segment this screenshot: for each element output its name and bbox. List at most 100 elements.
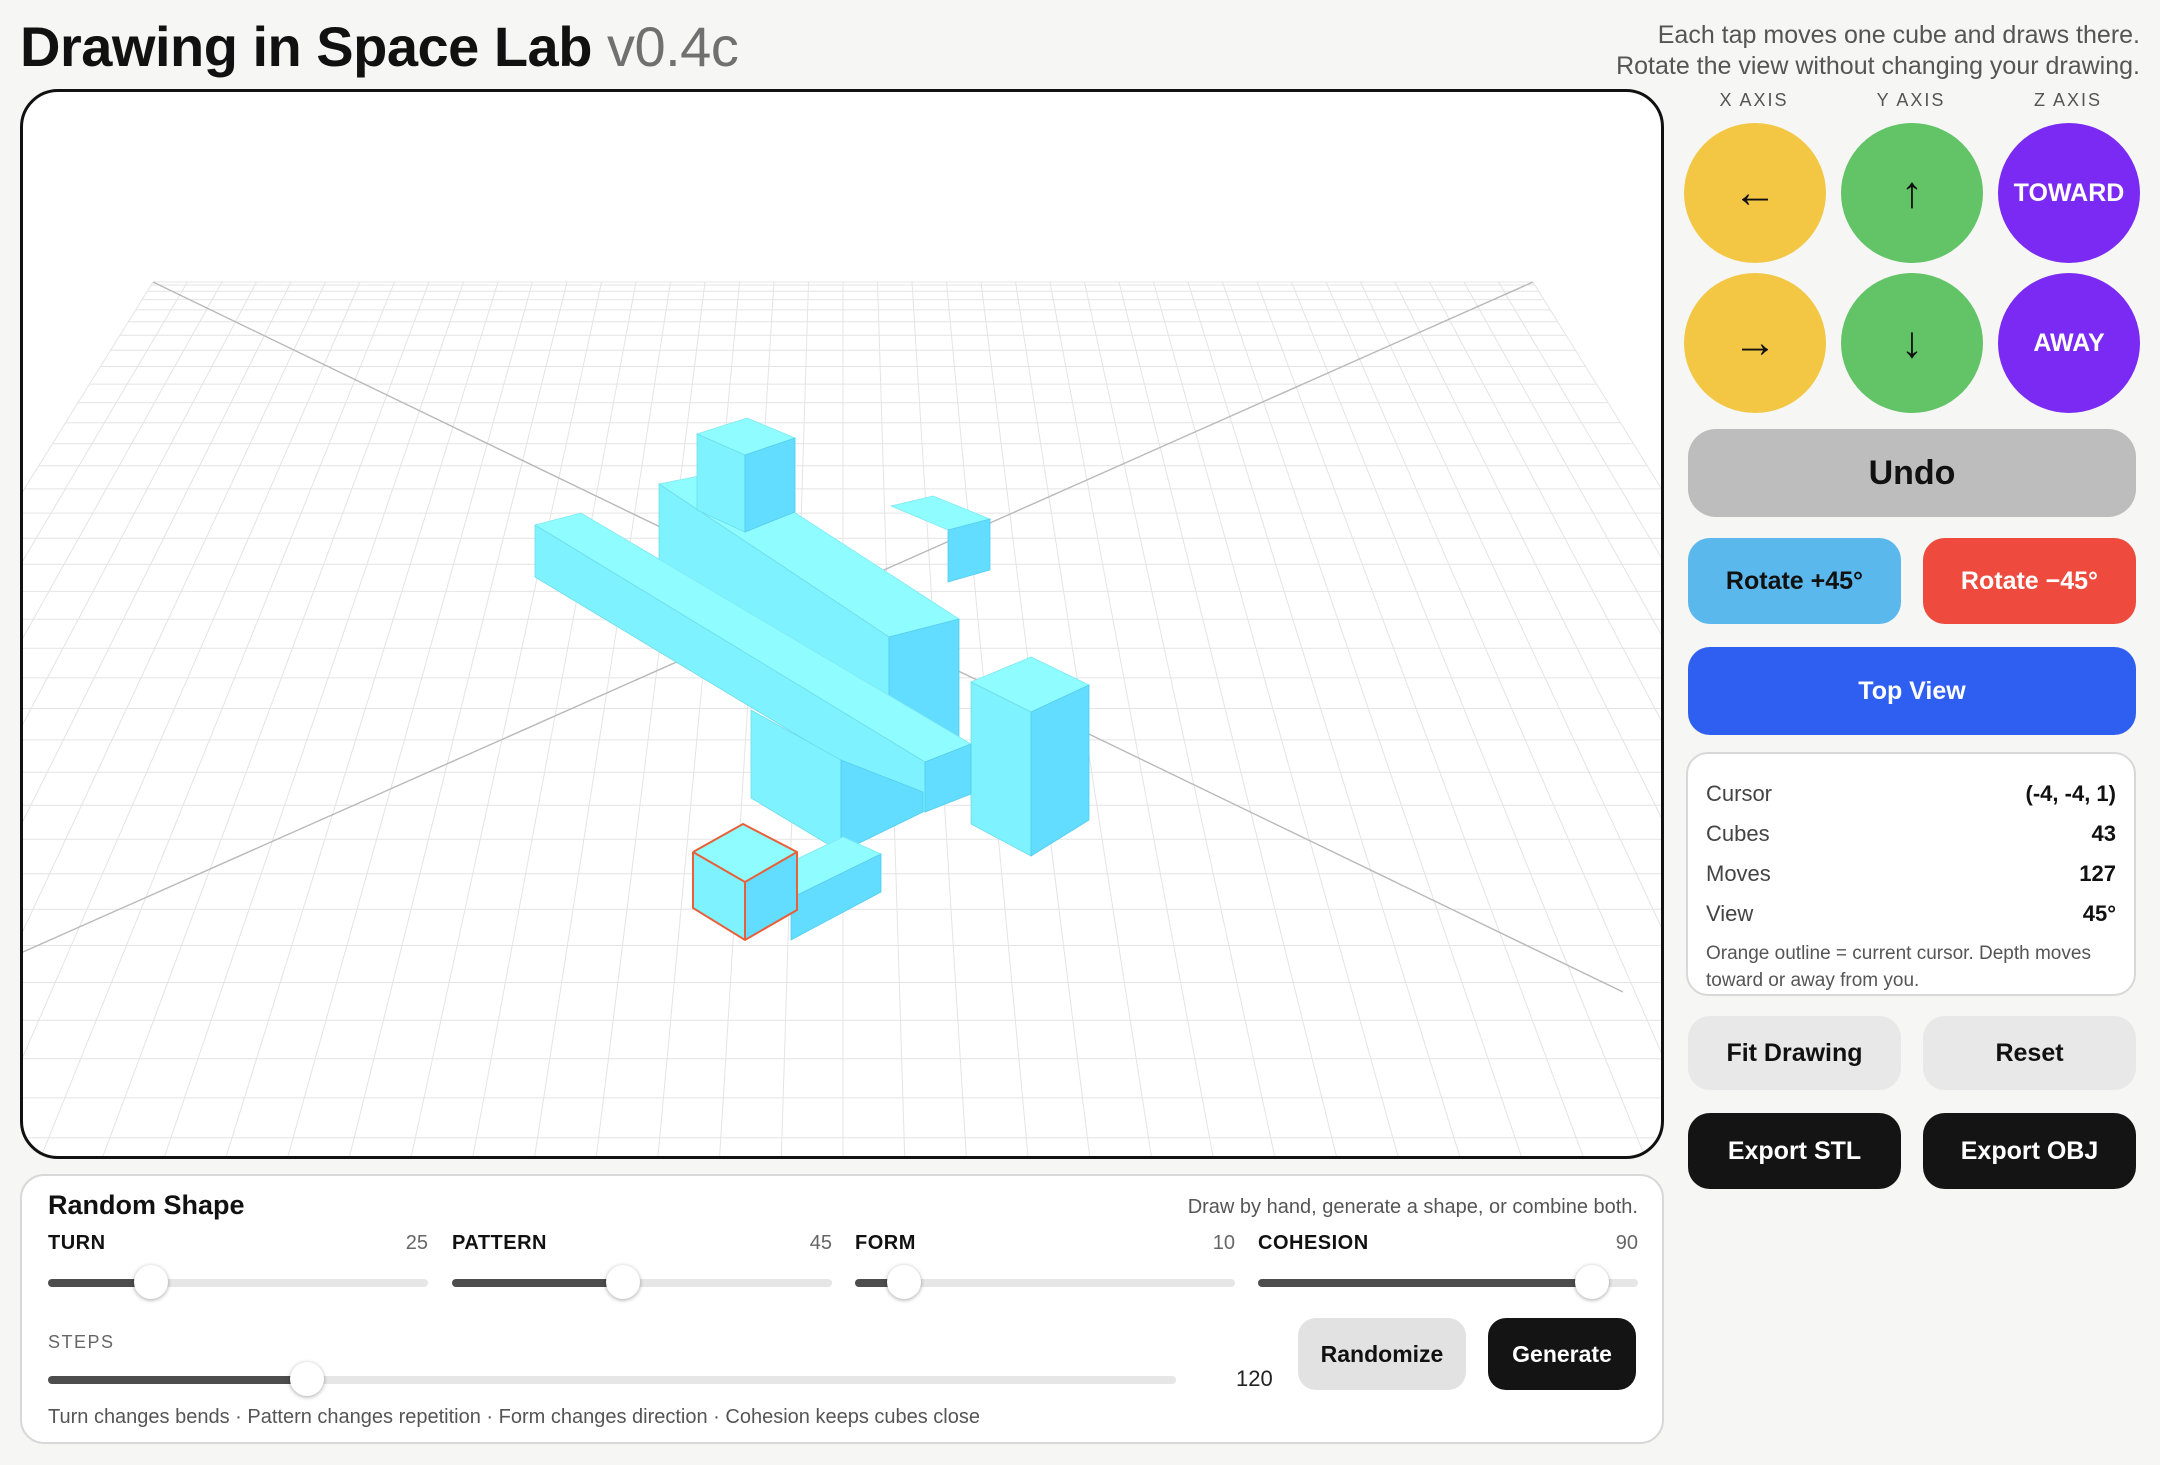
grid-line bbox=[1463, 281, 1661, 636]
grid-line bbox=[225, 281, 499, 1156]
form-slider-group: FORM 10 bbox=[855, 1232, 1235, 1299]
cohesion-label: COHESION bbox=[1258, 1232, 1369, 1254]
grid-line bbox=[164, 281, 464, 1156]
top-view-button[interactable]: Top View bbox=[1688, 647, 2136, 735]
turn-slider[interactable] bbox=[48, 1265, 428, 1299]
status-note: Orange outline = current cursor. Depth m… bbox=[1706, 943, 2091, 991]
grid-line bbox=[1256, 281, 1584, 1156]
grid-line bbox=[1084, 281, 1276, 1156]
grid-line bbox=[1429, 281, 1661, 722]
grid-line bbox=[534, 281, 671, 1156]
turn-slider-group: TURN 25 bbox=[48, 1232, 428, 1299]
app-version: v0.4c bbox=[606, 15, 739, 78]
moves-row: Moves 127 bbox=[1706, 854, 2116, 894]
form-slider-thumb[interactable] bbox=[887, 1265, 922, 1299]
steps-value: 120 bbox=[1236, 1366, 1273, 1391]
grid-line bbox=[595, 281, 706, 1156]
grid-line bbox=[1394, 281, 1661, 819]
status-panel: Cursor (-4, -4, 1) Cubes 43 Moves 127 View 4… bbox=[1686, 752, 2136, 996]
cubes-row: Cubes 43 bbox=[1706, 814, 2116, 854]
steps-label: STEPS bbox=[48, 1332, 115, 1352]
random-shape-panel: Random Shape Draw by hand, generate a sh… bbox=[20, 1174, 1664, 1444]
reset-button[interactable]: Reset bbox=[1923, 1016, 2136, 1090]
scene-canvas[interactable] bbox=[23, 92, 1661, 1156]
cube-face-right bbox=[1030, 684, 1090, 857]
arrow-up-icon: ↑ bbox=[1901, 168, 1923, 217]
view-row: View 45° bbox=[1706, 894, 2116, 934]
steps-slider-group bbox=[48, 1362, 1176, 1396]
moves-value: 127 bbox=[2079, 861, 2116, 886]
help-line-1: Each tap moves one cube and draws there. bbox=[1657, 21, 2140, 49]
cube-face-right bbox=[947, 518, 991, 583]
move-y-positive-button[interactable]: ↑ bbox=[1841, 123, 1983, 263]
cubes-label: Cubes bbox=[1706, 821, 1770, 846]
pattern-slider-thumb[interactable] bbox=[606, 1265, 640, 1299]
cursor-value: (-4, -4, 1) bbox=[2025, 781, 2116, 806]
rotate-plus-button[interactable]: Rotate +45° bbox=[1688, 538, 1901, 624]
grid-line bbox=[287, 281, 533, 1156]
grid-line bbox=[23, 281, 188, 562]
y-axis-label: Y AXIS bbox=[1876, 90, 1946, 110]
steps-slider-thumb[interactable] bbox=[290, 1362, 325, 1396]
grid-line bbox=[1118, 281, 1337, 1156]
form-label: FORM bbox=[855, 1232, 916, 1254]
generate-button[interactable]: Generate bbox=[1488, 1318, 1636, 1390]
move-x-positive-button[interactable]: → bbox=[1684, 273, 1826, 413]
help-line-2: Rotate the view without changing your dr… bbox=[1616, 52, 2140, 80]
x-axis-label: X AXIS bbox=[1719, 90, 1789, 110]
pattern-label: PATTERN bbox=[452, 1232, 547, 1254]
grid-line bbox=[1532, 281, 1661, 489]
move-z-toward-button[interactable]: TOWARD bbox=[1998, 123, 2140, 263]
form-slider[interactable] bbox=[855, 1265, 1235, 1299]
cursor-label: Cursor bbox=[1706, 781, 1773, 806]
random-shape-footer: Turn changes bends · Pattern changes rep… bbox=[48, 1406, 980, 1428]
grid-line bbox=[1222, 281, 1522, 1156]
fit-drawing-button[interactable]: Fit Drawing bbox=[1688, 1016, 1901, 1090]
app-title: Drawing in Space Lab v0.4c bbox=[20, 14, 739, 79]
cubes-value: 43 bbox=[2091, 821, 2116, 846]
view-label: View bbox=[1706, 901, 1754, 926]
cohesion-value: 90 bbox=[1615, 1232, 1638, 1254]
app-name: Drawing in Space Lab bbox=[20, 15, 592, 78]
grid-line bbox=[657, 281, 740, 1156]
grid-line bbox=[1153, 281, 1399, 1156]
help-text: Each tap moves one cube and draws there.… bbox=[1616, 20, 2140, 82]
turn-slider-thumb[interactable] bbox=[133, 1265, 168, 1299]
cohesion-slider-group: COHESION 90 bbox=[1258, 1232, 1638, 1299]
randomize-button[interactable]: Randomize bbox=[1298, 1318, 1466, 1390]
pattern-value: 45 bbox=[809, 1232, 832, 1254]
grid-line bbox=[23, 281, 223, 639]
view-value: 45° bbox=[2082, 901, 2116, 926]
arrow-right-icon: → bbox=[1733, 318, 1777, 367]
z-axis-label: Z AXIS bbox=[2033, 90, 2103, 110]
moves-label: Moves bbox=[1706, 861, 1771, 886]
turn-value: 25 bbox=[405, 1232, 428, 1254]
pattern-slider[interactable] bbox=[452, 1265, 832, 1299]
undo-button[interactable]: Undo bbox=[1688, 429, 2136, 517]
arrow-down-icon: ↓ bbox=[1901, 318, 1923, 367]
cohesion-slider[interactable] bbox=[1258, 1265, 1638, 1299]
steps-slider[interactable] bbox=[48, 1362, 1176, 1396]
turn-label: TURN bbox=[48, 1232, 106, 1254]
grid-line bbox=[23, 281, 257, 725]
grid-line bbox=[1325, 281, 1661, 1054]
cursor-row: Cursor (-4, -4, 1) bbox=[1706, 774, 2116, 814]
move-y-negative-button[interactable]: ↓ bbox=[1841, 273, 1983, 413]
export-stl-button[interactable]: Export STL bbox=[1688, 1113, 1901, 1189]
grid-line bbox=[1360, 281, 1661, 928]
move-x-negative-button[interactable]: ← bbox=[1684, 123, 1826, 263]
pattern-slider-group: PATTERN 45 bbox=[452, 1232, 832, 1299]
grid-line bbox=[1187, 281, 1461, 1156]
form-value: 10 bbox=[1212, 1232, 1235, 1254]
cube-drawing bbox=[533, 417, 1090, 942]
move-z-away-button[interactable]: AWAY bbox=[1998, 273, 2140, 413]
grid-line bbox=[472, 281, 637, 1156]
grid-line bbox=[410, 281, 602, 1156]
cohesion-slider-thumb[interactable] bbox=[1575, 1265, 1610, 1299]
grid-line bbox=[23, 281, 154, 493]
3d-viewport[interactable] bbox=[20, 89, 1664, 1159]
rotate-minus-button[interactable]: Rotate −45° bbox=[1923, 538, 2136, 624]
grid-line bbox=[40, 281, 395, 1156]
grid-line bbox=[349, 281, 568, 1156]
export-obj-button[interactable]: Export OBJ bbox=[1923, 1113, 2136, 1189]
